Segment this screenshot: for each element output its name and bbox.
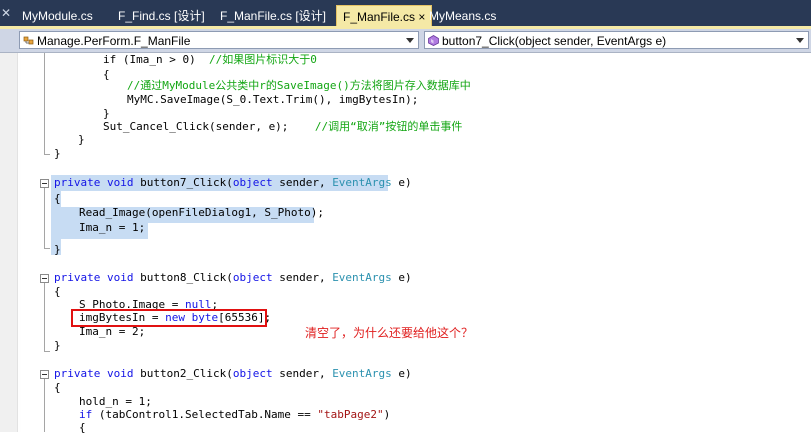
chevron-down-icon[interactable] — [796, 38, 804, 43]
tab-label: MyModule.cs — [22, 9, 93, 23]
code-type: EventArgs — [332, 176, 392, 189]
code-text: (tabControl1.SelectedTab.Name == — [92, 408, 318, 421]
code-comment: //如果图片标识大于0 — [208, 53, 317, 66]
code-keyword: void — [106, 176, 134, 189]
code-line: { — [54, 192, 61, 205]
code-text: button2_Click( — [140, 367, 233, 380]
tab-f-manfile[interactable]: F_ManFile.cs × — [336, 5, 433, 28]
code-line: Read_Image(openFileDialog1, S_Photo); — [79, 206, 325, 219]
navigation-bar: Manage.PerForm.F_ManFile button7_Click(o… — [0, 29, 811, 53]
code-type: EventArgs — [332, 367, 392, 380]
code-text: button8_Click( — [140, 271, 233, 284]
selection-margin — [17, 53, 21, 432]
code-keyword: private — [54, 176, 101, 189]
code-comment: //调用“取消”按钮的单击事件 — [314, 120, 463, 133]
outline-end — [44, 248, 50, 249]
code-string: "tabPage2" — [317, 408, 384, 421]
code-line: Sut_Cancel_Click(sender, e); //调用“取消”按钮的… — [103, 119, 462, 135]
code-line: { — [103, 68, 110, 81]
code-keyword: void — [106, 271, 134, 284]
code-line: private void button8_Click(object sender… — [54, 270, 412, 286]
code-keyword: object — [232, 176, 273, 189]
class-dropdown[interactable]: Manage.PerForm.F_ManFile — [19, 31, 419, 49]
code-line: private void button7_Click(object sender… — [54, 175, 412, 191]
code-line: } — [54, 243, 61, 256]
code-text: e) — [398, 271, 412, 284]
code-line: MyMC.SaveImage(S_0.Text.Trim(), imgBytes… — [127, 93, 419, 106]
code-type: EventArgs — [332, 271, 392, 284]
tab-mymeans[interactable]: MyMeans.cs — [423, 5, 502, 27]
tab-f-find-design[interactable]: F_Find.cs [设计] — [112, 5, 211, 27]
outline-guide — [44, 53, 45, 155]
collapse-icon[interactable] — [40, 179, 49, 188]
code-line: if (tabControl1.SelectedTab.Name == "tab… — [79, 407, 390, 423]
outline-guide — [44, 283, 45, 352]
outline-end — [44, 154, 50, 155]
code-text: ) — [383, 408, 391, 421]
code-line: private void button2_Click(object sender… — [54, 366, 412, 382]
code-line: { — [54, 381, 61, 394]
code-keyword: object — [232, 367, 273, 380]
code-keyword: object — [232, 271, 273, 284]
code-line: } — [54, 339, 61, 352]
indicator-margin — [0, 53, 17, 432]
tab-scroll-left-icon[interactable]: ✕ — [0, 4, 12, 22]
tab-f-manfile-design[interactable]: F_ManFile.cs [设计] — [214, 5, 332, 27]
code-line: { — [54, 285, 61, 298]
code-text: sender, — [279, 176, 326, 189]
class-dropdown-value: Manage.PerForm.F_ManFile — [37, 34, 191, 48]
code-text: if (Ima_n > 0) — [103, 53, 209, 66]
annotation-note: 清空了，为什么还要给他这个？ — [305, 326, 474, 340]
chevron-down-icon[interactable] — [406, 38, 414, 43]
outline-guide — [44, 379, 45, 432]
member-dropdown[interactable]: button7_Click(object sender, EventArgs e… — [424, 31, 809, 49]
member-dropdown-value: button7_Click(object sender, EventArgs e… — [442, 34, 667, 48]
code-text: button7_Click( — [140, 176, 233, 189]
code-comment: //通过MyModule公共类中r的SaveImage()方法将图片存入数据库中 — [127, 79, 471, 92]
tab-label: F_ManFile.cs — [343, 10, 416, 24]
tab-label: F_ManFile.cs [设计] — [220, 9, 327, 23]
collapse-icon[interactable] — [40, 370, 49, 379]
outline-guide — [44, 188, 45, 249]
code-text: sender, — [279, 271, 326, 284]
code-line: } — [78, 133, 85, 146]
code-line: Ima_n = 1; — [79, 221, 146, 234]
code-text: Sut_Cancel_Click(sender, e); — [103, 120, 315, 133]
tab-label: F_Find.cs [设计] — [118, 9, 205, 23]
tab-mymodule[interactable]: MyModule.cs — [16, 5, 99, 27]
code-text: e) — [398, 367, 412, 380]
code-editor[interactable]: if (Ima_n > 0) //如果图片标识大于0 { //通过MyModul… — [0, 52, 811, 434]
class-icon — [23, 36, 34, 45]
code-text: sender, — [279, 367, 326, 380]
code-keyword: private — [54, 271, 101, 284]
code-line: } — [54, 147, 61, 160]
annotation-highlight-box — [71, 309, 267, 327]
code-line: if (Ima_n > 0) //如果图片标识大于0 — [103, 52, 317, 68]
method-icon — [428, 35, 439, 46]
code-text: e) — [398, 176, 412, 189]
code-keyword: void — [106, 367, 134, 380]
outline-end — [44, 351, 50, 352]
code-line: { — [79, 421, 86, 434]
code-keyword: private — [54, 367, 101, 380]
collapse-icon[interactable] — [40, 274, 49, 283]
tab-label: MyMeans.cs — [429, 9, 497, 23]
document-tab-strip: ✕ MyModule.cs F_Find.cs [设计] F_ManFile.c… — [0, 0, 811, 28]
